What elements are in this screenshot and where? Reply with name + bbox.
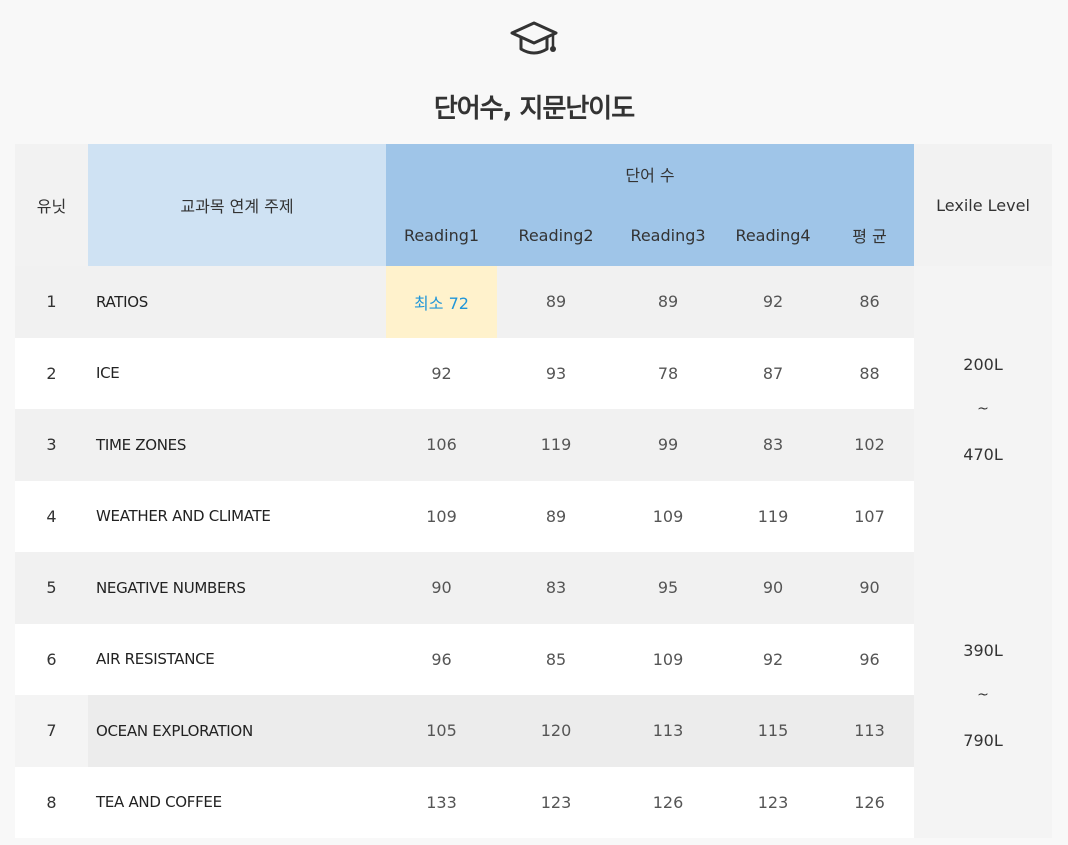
unit-number: 2 (15, 337, 88, 409)
reading1-word-count: 90 (386, 552, 497, 624)
reading1-word-count: 105 (386, 695, 497, 767)
table-row: 5 NEGATIVE NUMBERS 90 83 95 90 90 390L ~… (15, 552, 1053, 838)
reading4-word-count: 115 (721, 695, 825, 767)
unit-number: 8 (15, 766, 88, 838)
topic-column-header: 교과목 연계 주제 (88, 144, 386, 266)
topic-name: WEATHER AND CLIMATE (88, 480, 386, 552)
average-word-count: 102 (825, 409, 915, 481)
reading3-word-count: 95 (615, 552, 721, 624)
average-word-count: 126 (825, 766, 915, 838)
reading3-word-count: 78 (615, 337, 721, 409)
unit-number: 4 (15, 480, 88, 552)
topic-name: AIR RESISTANCE (88, 623, 386, 695)
lexile-high-1: 470L (963, 444, 1003, 464)
reading4-word-count: 92 (721, 623, 825, 695)
lexile-sep-2: ~ (977, 686, 989, 703)
reading4-word-count: 119 (721, 480, 825, 552)
unit-number: 7 (15, 695, 88, 767)
average-word-count: 86 (825, 266, 915, 338)
word-count-column-header: 단어 수 (386, 144, 915, 204)
header-icon-wrap (0, 14, 1068, 70)
table-row: 4 WEATHER AND CLIMATE 109 89 109 119 107 (15, 480, 1052, 552)
average-word-count: 107 (825, 480, 915, 552)
reading4-word-count: 92 (721, 266, 825, 338)
topic-name: OCEAN EXPLORATION (88, 695, 386, 767)
reading2-word-count: 119 (497, 409, 615, 481)
reading4-word-count: 83 (721, 409, 825, 481)
unit-number: 5 (15, 552, 88, 624)
reading4-word-count: 87 (721, 337, 825, 409)
average-word-count: 88 (825, 337, 915, 409)
table-row: 3 TIME ZONES 106 119 99 83 102 (15, 409, 1052, 481)
average-word-count: 96 (825, 623, 915, 695)
word-count-table: 유닛 교과목 연계 주제 단어 수 Lexile Level Reading1 … (15, 144, 1053, 838)
lexile-range-1: 200L ~ 470L (914, 266, 1053, 552)
reading1-column-header: Reading1 (386, 204, 497, 266)
reading2-word-count: 89 (497, 266, 615, 338)
unit-column-header: 유닛 (15, 144, 88, 266)
reading1-word-count: 109 (386, 480, 497, 552)
reading1-word-count-min: 최소 72 (386, 266, 497, 338)
reading3-column-header: Reading3 (615, 204, 721, 266)
reading3-word-count: 89 (615, 266, 721, 338)
unit-number: 6 (15, 623, 88, 695)
lexile-range-2: 390L ~ 790L (914, 552, 1053, 838)
reading3-word-count: 109 (615, 623, 721, 695)
reading1-word-count: 92 (386, 337, 497, 409)
reading3-word-count: 113 (615, 695, 721, 767)
topic-name: NEGATIVE NUMBERS (88, 552, 386, 624)
lexile-low-1: 200L (963, 354, 1003, 374)
reading4-word-count: 123 (721, 766, 825, 838)
table-row: 6 AIR RESISTANCE 96 85 109 92 96 (15, 623, 1052, 695)
reading2-word-count: 89 (497, 480, 615, 552)
reading1-word-count: 133 (386, 766, 497, 838)
reading2-word-count: 123 (497, 766, 615, 838)
reading2-word-count: 83 (497, 552, 615, 624)
average-word-count: 90 (825, 552, 915, 624)
reading2-word-count: 85 (497, 623, 615, 695)
lexile-column-header: Lexile Level (914, 144, 1053, 266)
lexile-high-2: 790L (963, 730, 1003, 750)
average-column-header: 평 균 (825, 204, 915, 266)
unit-number: 3 (15, 409, 88, 481)
reading1-word-count: 106 (386, 409, 497, 481)
table-row: 2 ICE 92 93 78 87 88 (15, 337, 1052, 409)
reading4-word-count: 90 (721, 552, 825, 624)
table-row: 7 OCEAN EXPLORATION 105 120 113 115 113 (15, 695, 1052, 767)
reading3-word-count: 109 (615, 480, 721, 552)
reading3-word-count: 126 (615, 766, 721, 838)
reading2-word-count: 120 (497, 695, 615, 767)
lexile-low-2: 390L (963, 640, 1003, 660)
reading1-word-count: 96 (386, 623, 497, 695)
reading2-column-header: Reading2 (497, 204, 615, 266)
unit-number: 1 (15, 266, 88, 338)
table-row: 1 RATIOS 최소 72 89 89 92 86 200L ~ 470L (15, 266, 1053, 552)
reading4-column-header: Reading4 (721, 204, 825, 266)
topic-name: TEA AND COFFEE (88, 766, 386, 838)
topic-name: RATIOS (88, 266, 386, 338)
table-row: 8 TEA AND COFFEE 133 123 126 123 126 (15, 766, 1052, 838)
average-word-count: 113 (825, 695, 915, 767)
lexile-sep-1: ~ (977, 400, 989, 417)
graduation-cap-icon (510, 21, 558, 55)
reading2-word-count: 93 (497, 337, 615, 409)
page-title: 단어수, 지문난이도 (433, 94, 635, 124)
topic-name: ICE (88, 337, 386, 409)
reading3-word-count: 99 (615, 409, 721, 481)
topic-name: TIME ZONES (88, 409, 386, 481)
